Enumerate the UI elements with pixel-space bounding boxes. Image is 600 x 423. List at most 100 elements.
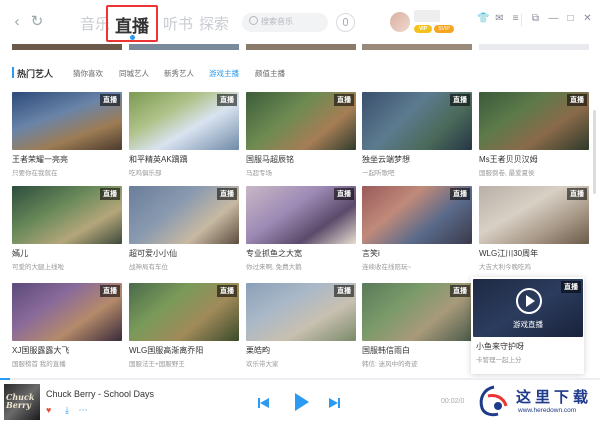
live-card[interactable]: 直播 栗皓畇 欢乐带大家 [246, 283, 356, 368]
watermark-title: 这里下载 [516, 388, 593, 406]
card-title[interactable]: 栗皓畇 [246, 345, 356, 356]
scrollbar-thumb[interactable] [593, 110, 596, 194]
card-subtitle: 国服法王+国服野王 [129, 361, 185, 368]
category-local-artists[interactable]: 同城艺人 [119, 68, 149, 79]
tab-explore[interactable]: 探索 [199, 13, 229, 34]
refresh-icon[interactable]: ↻ [30, 14, 44, 30]
live-badge: 直播 [561, 281, 581, 293]
card-subtitle: 国服榜首 我的直播 [12, 361, 66, 368]
card-title[interactable]: 专业抓鱼之大宽 [246, 248, 356, 259]
watermark-logo-icon [479, 385, 508, 417]
card-title[interactable]: 独坐云端梦想 [362, 154, 472, 165]
search-input[interactable]: 搜索音乐 [242, 13, 328, 32]
live-badge: 直播 [100, 94, 120, 106]
card-subtitle: 马超专场 [246, 170, 272, 177]
live-thumbnail[interactable]: 直播 [479, 186, 589, 244]
card-title[interactable]: 嫣儿 [12, 248, 122, 259]
active-tab-indicator [130, 35, 135, 40]
mini-mode-icon[interactable]: ⧉ [530, 13, 541, 24]
live-card[interactable]: 直播 WLG国服高渐离乔阳 国服法王+国服野王 [129, 283, 239, 368]
live-badge: 直播 [334, 188, 354, 200]
partial-card[interactable] [246, 44, 356, 50]
play-icon[interactable] [516, 288, 542, 314]
live-thumbnail[interactable]: 直播 游戏直播 [473, 279, 583, 337]
card-subtitle: 你过来啊, 免费大鹅 [246, 264, 302, 271]
card-subtitle: 大吉大利今晚吃鸡 [479, 264, 531, 271]
svip-badge[interactable]: SVIP [434, 25, 454, 33]
card-subtitle: 只要你在我就在 [12, 170, 58, 177]
live-card[interactable]: 直播 国服韩信雨白 韩信: 迷风中的奇迹 [362, 283, 472, 368]
live-thumbnail[interactable]: 直播 [246, 283, 356, 341]
card-title[interactable]: XJ国服露露大飞 [12, 345, 122, 356]
partial-card[interactable] [129, 44, 239, 50]
live-thumbnail[interactable]: 直播 [129, 283, 239, 341]
live-card[interactable]: 直播 和平精英AK踽踽 吃鸡俱乐部 [129, 92, 239, 177]
heart-icon[interactable]: ♥ [46, 405, 56, 415]
live-card[interactable]: 直播 超可爱小小仙 战神局有车位 [129, 186, 239, 271]
live-thumbnail[interactable]: 直播 [362, 186, 472, 244]
live-thumbnail[interactable]: 直播 [362, 92, 472, 150]
vip-badge[interactable]: VIP [414, 25, 432, 33]
live-thumbnail[interactable]: 直播 [12, 186, 122, 244]
play-button[interactable] [293, 392, 309, 412]
close-icon[interactable]: ✕ [582, 13, 593, 24]
maximize-icon[interactable]: □ [565, 13, 576, 24]
tab-audiobook[interactable]: 听书 [163, 13, 193, 34]
message-icon[interactable]: ✉ [494, 13, 505, 24]
card-title[interactable]: Ms王者贝贝汉姆 [479, 154, 589, 165]
live-thumbnail[interactable]: 直播 [246, 186, 356, 244]
live-thumbnail[interactable]: 直播 [246, 92, 356, 150]
live-thumbnail[interactable]: 直播 [129, 92, 239, 150]
song-title[interactable]: Chuck Berry - School Days [46, 389, 154, 399]
previous-button[interactable] [258, 397, 270, 409]
card-title[interactable]: WLG国服高渐离乔阳 [129, 345, 239, 356]
card-title[interactable]: 和平精英AK踽踽 [129, 154, 239, 165]
category-new-artists[interactable]: 新秀艺人 [164, 68, 194, 79]
card-title[interactable]: 超可爱小小仙 [129, 248, 239, 259]
card-title[interactable]: 言笑i [362, 248, 472, 259]
partial-card[interactable] [362, 44, 472, 50]
live-card[interactable]: 直播 Ms王者贝贝汉姆 国服倒卷, 最爱夏侯 [479, 92, 589, 177]
album-art-text: Chuck Berry [6, 392, 35, 410]
live-card[interactable]: 直播 独坐云端梦想 一起听歌吧 [362, 92, 472, 177]
live-card[interactable]: 直播 言笑i 连续收在线陪玩~ [362, 186, 472, 271]
category-guess-you-like[interactable]: 猜你喜欢 [73, 68, 103, 79]
live-badge: 直播 [217, 94, 237, 106]
download-icon[interactable]: ⤓ [62, 405, 72, 415]
live-thumbnail[interactable]: 直播 [479, 92, 589, 150]
live-thumbnail[interactable]: 直播 [129, 186, 239, 244]
card-subtitle: 可爱的大腿上线啦 [12, 264, 64, 271]
skin-icon[interactable]: 👕 [477, 13, 489, 24]
category-game-streamers[interactable]: 游戏主播 [209, 68, 239, 79]
card-title[interactable]: 王者荣耀一亮亮 [12, 154, 122, 165]
live-thumbnail[interactable]: 直播 [12, 92, 122, 150]
category-hot-artists[interactable]: 热门艺人 [17, 67, 53, 80]
live-card[interactable]: 直播 国服马超辰铭 马超专场 [246, 92, 356, 177]
scrollbar-track[interactable] [592, 56, 596, 376]
card-title[interactable]: 国服马超辰铭 [246, 154, 356, 165]
back-icon[interactable]: ‹ [10, 14, 24, 30]
next-button[interactable] [328, 397, 340, 409]
card-title[interactable]: 国服韩信雨白 [362, 345, 472, 356]
partial-card[interactable] [479, 44, 589, 50]
avatar[interactable] [390, 12, 410, 32]
live-card[interactable]: 直播 XJ国服露露大飞 国服榜首 我的直播 [12, 283, 122, 368]
live-card[interactable]: 直播 嫣儿 可爱的大腿上线啦 [12, 186, 122, 271]
live-card[interactable]: 直播 WLG江川30周年 大吉大利今晚吃鸡 [479, 186, 589, 271]
user-name[interactable] [414, 10, 440, 22]
card-title[interactable]: 小鱼来守护呀 [473, 341, 583, 352]
more-icon[interactable]: ⋯ [78, 405, 88, 415]
live-card[interactable]: 直播 王者荣耀一亮亮 只要你在我就在 [12, 92, 122, 177]
category-beauty-streamers[interactable]: 颜值主播 [255, 68, 285, 79]
voice-search-button[interactable] [336, 13, 355, 32]
card-subtitle: 连续收在线陪玩~ [362, 264, 412, 271]
live-card[interactable]: 直播 专业抓鱼之大宽 你过来啊, 免费大鹅 [246, 186, 356, 271]
live-thumbnail[interactable]: 直播 [12, 283, 122, 341]
card-title[interactable]: WLG江川30周年 [479, 248, 589, 259]
live-badge: 直播 [217, 188, 237, 200]
live-card-hovered[interactable]: 直播 游戏直播 小鱼来守护呀 卡管理一起上分 [473, 279, 583, 364]
menu-icon[interactable]: ≡ [510, 13, 521, 24]
partial-card[interactable] [12, 44, 122, 50]
minimize-icon[interactable]: — [548, 13, 559, 24]
live-thumbnail[interactable]: 直播 [362, 283, 472, 341]
